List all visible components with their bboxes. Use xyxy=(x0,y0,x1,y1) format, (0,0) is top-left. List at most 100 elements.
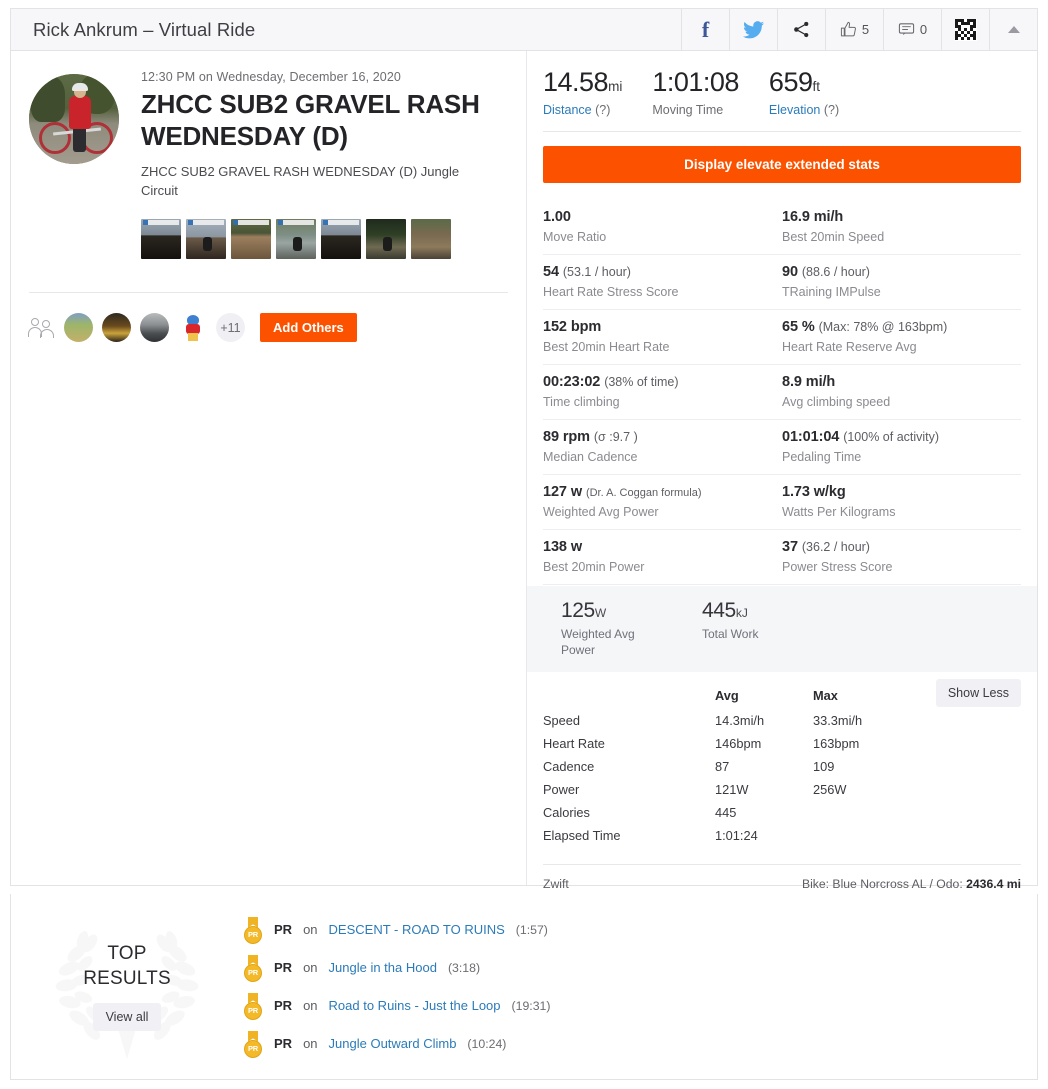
pr-list: PR PR on DESCENT - ROAD TO RUINS (1:57) … xyxy=(233,911,1037,1063)
activity-photo-thumbnail[interactable] xyxy=(366,219,406,260)
table-row: Cadence 87 109 xyxy=(543,755,933,778)
extended-stats-row: 89 rpm (σ :9.7 ) Median Cadence 01:01:04… xyxy=(543,420,1021,475)
metric-max xyxy=(813,824,933,847)
work-label: Total Work xyxy=(702,627,759,641)
facebook-share-button[interactable]: f xyxy=(681,9,729,50)
stat-value: 127 w (Dr. A. Coggan formula) xyxy=(543,484,702,500)
activity-datetime: 12:30 PM on Wednesday, December 16, 2020 xyxy=(141,70,401,84)
collapse-button[interactable] xyxy=(989,9,1037,50)
activity-photo-strip xyxy=(141,219,508,260)
elevation-hint[interactable]: (?) xyxy=(824,103,839,117)
metric-name: Elapsed Time xyxy=(543,828,621,844)
pr-segment-link[interactable]: Jungle Outward Climb xyxy=(329,1036,457,1051)
activity-description: ZHCC SUB2 GRAVEL RASH WEDNESDAY (D) Jung… xyxy=(141,164,460,199)
metric-name: Power xyxy=(543,782,580,798)
elevation-link[interactable]: Elevation xyxy=(769,103,820,117)
metric-max: 163bpm xyxy=(813,736,860,752)
twitter-share-button[interactable] xyxy=(729,9,777,50)
comment-count: 0 xyxy=(919,22,928,37)
distance-hint[interactable]: (?) xyxy=(595,103,610,117)
participant-avatar[interactable] xyxy=(64,313,93,342)
activity-heading: 12:30 PM on Wednesday, December 16, 2020… xyxy=(29,68,508,260)
activity-participants: +11 Add Others xyxy=(28,313,357,342)
work-label: Weighted Avg Power xyxy=(561,627,635,657)
add-others-button[interactable]: Add Others xyxy=(260,313,357,342)
pr-time: (3:18) xyxy=(447,960,481,975)
column-header-max: Max xyxy=(813,688,838,704)
stat-value: 89 rpm (σ :9.7 ) xyxy=(543,429,638,445)
pr-segment-link[interactable]: Jungle in tha Hood xyxy=(329,960,437,975)
activity-photo-thumbnail[interactable] xyxy=(276,219,316,260)
stat-value: 16.9 mi/h xyxy=(782,209,844,225)
qr-code-button[interactable] xyxy=(941,9,989,50)
elevation-label: Elevation (?) xyxy=(769,103,839,117)
share-icon xyxy=(794,21,809,38)
stat-label: Time climbing xyxy=(543,395,620,409)
metric-max xyxy=(813,801,933,824)
column-header-metric xyxy=(543,688,715,709)
distance-unit: mi xyxy=(608,79,623,94)
qr-code-icon xyxy=(954,18,977,41)
comments-button[interactable]: 0 xyxy=(883,9,941,50)
stat-value: 1.73 w/kg xyxy=(782,484,846,500)
metric-name: Heart Rate xyxy=(543,736,605,752)
work-value: 125W xyxy=(561,599,607,622)
top-results-title: TOP RESULTS xyxy=(83,942,171,991)
thumbs-up-icon xyxy=(840,21,856,37)
stat-label: Best 20min Heart Rate xyxy=(543,340,670,354)
metric-avg: 445 xyxy=(715,805,737,821)
pr-segment-link[interactable]: DESCENT - ROAD TO RUINS xyxy=(329,922,505,937)
summary-stat-distance: 14.58mi Distance (?) xyxy=(543,69,652,118)
caret-up-icon xyxy=(1007,26,1020,33)
participant-avatar[interactable] xyxy=(102,313,131,342)
stat-watts-per-kilogram: 1.73 w/kg Watts Per Kilograms xyxy=(782,484,1021,519)
participant-avatar[interactable] xyxy=(140,313,169,342)
distance-link[interactable]: Distance xyxy=(543,103,592,117)
more-participants-badge[interactable]: +11 xyxy=(216,313,245,342)
kudos-count: 5 xyxy=(861,22,870,37)
view-all-button[interactable]: View all xyxy=(92,1002,162,1031)
stat-label: Power Stress Score xyxy=(782,560,893,574)
stat-weighted-avg-power: 127 w (Dr. A. Coggan formula) Weighted A… xyxy=(543,484,782,519)
stat-value: 90 (88.6 / hour) xyxy=(782,264,870,280)
bike-odometer: 2436.4 mi xyxy=(966,877,1021,892)
activity-photo-thumbnail[interactable] xyxy=(141,219,181,260)
metric-max: 109 xyxy=(813,759,835,775)
athlete-avatar[interactable] xyxy=(29,74,119,164)
stat-label: Pedaling Time xyxy=(782,450,862,464)
activity-stats-pane: 14.58mi Distance (?) 1:01:08 Moving Time… xyxy=(527,51,1037,891)
comment-icon xyxy=(898,23,914,36)
show-less-button[interactable]: Show Less xyxy=(935,679,1021,708)
summary-divider xyxy=(543,131,1021,132)
top-results-title-line2: RESULTS xyxy=(83,967,171,989)
pr-medal-icon: PR xyxy=(243,954,263,982)
share-button[interactable] xyxy=(777,9,825,50)
stat-label: Watts Per Kilograms xyxy=(782,505,896,519)
participant-avatar[interactable] xyxy=(178,313,207,342)
work-total-work: 445kJ Total Work xyxy=(702,600,807,658)
pr-medal-icon: PR xyxy=(243,916,263,944)
activity-title[interactable]: ZHCC SUB2 GRAVEL RASH WEDNESDAY (D) xyxy=(141,89,508,152)
activity-photo-thumbnail[interactable] xyxy=(231,219,271,260)
list-item: PR PR on DESCENT - ROAD TO RUINS (1:57) xyxy=(243,911,1037,949)
extended-stats-row: 127 w (Dr. A. Coggan formula) Weighted A… xyxy=(543,475,1021,530)
pr-tag: PR xyxy=(274,922,293,937)
kudos-button[interactable]: 5 xyxy=(825,9,883,50)
stat-value: 1.00 xyxy=(543,209,571,225)
activity-detail-pane: 12:30 PM on Wednesday, December 16, 2020… xyxy=(11,51,527,885)
list-item: PR PR on Jungle Outward Climb (10:24) xyxy=(243,1025,1037,1063)
avg-max-table: Show Less Avg Max Speed 14.3mi/h 33.3mi/… xyxy=(543,679,1021,847)
summary-stats: 14.58mi Distance (?) 1:01:08 Moving Time… xyxy=(527,51,1037,118)
activity-page: Rick Ankrum – Virtual Ride f 5 0 12:30 P… xyxy=(0,0,1048,1089)
stat-label: TRaining IMPulse xyxy=(782,285,881,299)
activity-header-bar: Rick Ankrum – Virtual Ride f 5 0 xyxy=(10,8,1038,51)
column-header-avg: Avg xyxy=(715,688,739,704)
pr-segment-link[interactable]: Road to Ruins - Just the Loop xyxy=(329,998,501,1013)
activity-photo-thumbnail[interactable] xyxy=(186,219,226,260)
stat-move-ratio: 1.00 Move Ratio xyxy=(543,209,782,244)
display-elevate-stats-button[interactable]: Display elevate extended stats xyxy=(543,146,1021,183)
elevation-value: 659ft xyxy=(768,67,820,97)
activity-photo-thumbnail[interactable] xyxy=(321,219,361,260)
activity-photo-thumbnail[interactable] xyxy=(411,219,451,260)
pr-on-label: on xyxy=(303,922,318,937)
